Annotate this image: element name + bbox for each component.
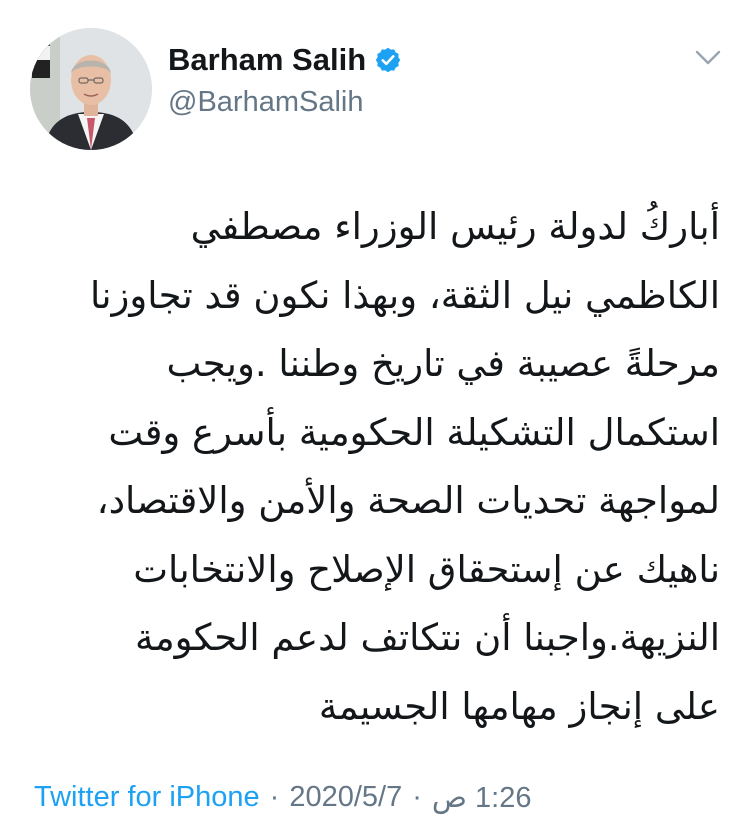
meta-separator: · — [269, 781, 280, 813]
tweet-text-line: لمواجهة تحديات الصحة والأمن والاقتصاد، — [96, 479, 720, 522]
display-name[interactable]: Barham Salih — [168, 42, 366, 78]
avatar-portrait-image — [30, 28, 152, 150]
tweet-header: Barham Salih @BarhamSalih — [0, 0, 750, 150]
avatar[interactable] — [30, 28, 152, 150]
tweet-text-line: النزيهة.واجبنا أن نتكاتف لدعم الحكومة — [134, 616, 720, 659]
verified-badge-icon — [375, 47, 401, 73]
tweet-text: أباركُ لدولة رئيس الوزراء مصطفي الكاظمي … — [40, 193, 720, 741]
user-handle[interactable]: @BarhamSalih — [168, 86, 402, 119]
meta-separator: · — [412, 781, 422, 813]
tweet-text-line: على إنجاز مهامها الجسيمة — [318, 684, 720, 728]
tweet-date[interactable]: 2020/5/7 — [289, 781, 402, 814]
user-names: Barham Salih @BarhamSalih — [168, 40, 402, 119]
tweet-text-line: مرحلةً عصيبة في تاريخ وطننا .ويجب — [166, 342, 720, 385]
tweet-text-line: أباركُ لدولة رئيس الوزراء مصطفي — [190, 205, 720, 248]
tweet-source-link[interactable]: Twitter for iPhone — [34, 781, 260, 814]
tweet-text-line: استكمال التشكيلة الحكومية بأسرع وقت — [108, 410, 720, 454]
tweet-text-line: ناهيك عن إستحقاق الإصلاح والانتخابات — [133, 547, 720, 591]
tweet-meta: Twitter for iPhone · 2020/5/7 · 1:26 ص — [34, 780, 531, 815]
display-name-row: Barham Salih — [168, 40, 402, 80]
tweet-text-line: الكاظمي نيل الثقة، وبهذا نكون قد تجاوزنا — [89, 273, 720, 317]
tweet-time[interactable]: 1:26 ص — [432, 780, 532, 815]
chevron-down-icon[interactable] — [694, 47, 722, 69]
